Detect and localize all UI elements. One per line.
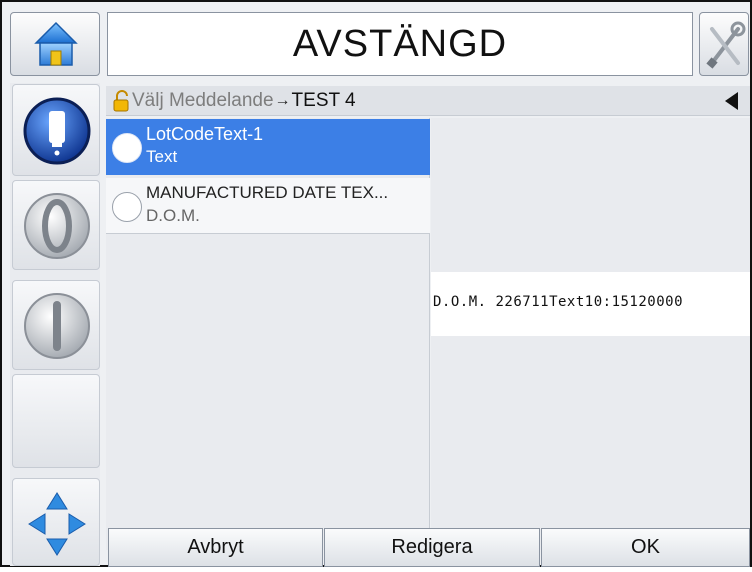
field-name: MANUFACTURED DATE TEX... xyxy=(146,183,389,202)
home-button[interactable] xyxy=(10,12,100,76)
list-item[interactable]: MANUFACTURED DATE TEX... D.O.M. xyxy=(106,178,430,234)
breadcrumb: Välj Meddelande → TEST 4 xyxy=(106,86,750,116)
radio-button-icon[interactable] xyxy=(112,192,142,222)
status-title-box: AVSTÄNGD xyxy=(107,12,693,76)
back-arrow-icon[interactable] xyxy=(725,92,738,110)
nozzle-stop-icon xyxy=(24,293,90,359)
navigation-arrows-icon xyxy=(28,492,86,556)
tools-icon xyxy=(706,21,746,69)
breadcrumb-current: TEST 4 xyxy=(291,89,356,111)
tools-button[interactable] xyxy=(699,12,749,76)
printhead-icon xyxy=(23,97,91,165)
edit-button[interactable]: Redigera xyxy=(324,528,540,567)
field-type: D.O.M. xyxy=(146,206,200,225)
empty-rail-slot xyxy=(12,374,100,468)
nozzle-start-button[interactable] xyxy=(12,180,100,270)
list-item[interactable]: LotCodeText-1 Text xyxy=(106,119,430,175)
home-icon xyxy=(34,21,78,66)
breadcrumb-label: Välj Meddelande xyxy=(132,89,274,111)
field-name: LotCodeText-1 xyxy=(146,124,264,144)
field-type: Text xyxy=(146,147,178,166)
ok-button[interactable]: OK xyxy=(541,528,750,567)
cancel-button[interactable]: Avbryt xyxy=(108,528,323,567)
nozzle-stop-button[interactable] xyxy=(12,280,100,370)
message-preview: D.O.M. 226711Text10:15120000 xyxy=(431,272,750,336)
preview-text: D.O.M. 226711Text10:15120000 xyxy=(433,294,684,310)
radio-button-icon[interactable] xyxy=(112,133,142,163)
status-title: AVSTÄNGD xyxy=(292,22,508,65)
printhead-button[interactable] xyxy=(12,84,100,176)
navigation-button[interactable] xyxy=(12,478,100,566)
lock-icon xyxy=(113,89,129,111)
breadcrumb-separator: → xyxy=(274,91,291,109)
nozzle-start-icon xyxy=(24,193,90,259)
